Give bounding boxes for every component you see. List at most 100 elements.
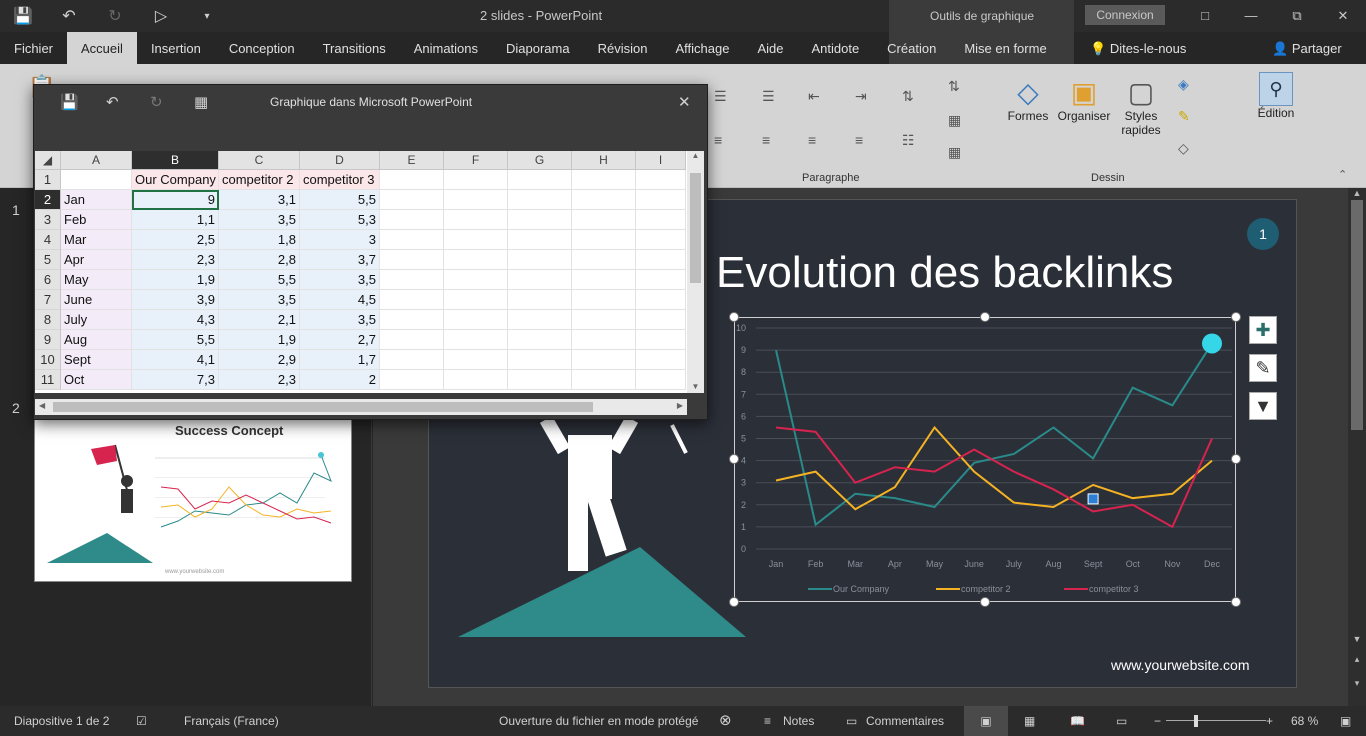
table-cell[interactable]: 5,3 [300, 210, 380, 230]
chart-filters-button[interactable]: ▼ [1249, 392, 1277, 420]
table-cell[interactable] [508, 210, 572, 230]
row-header-5[interactable]: 5 [35, 250, 61, 270]
table-cell[interactable]: 3 [300, 230, 380, 250]
column-header-b[interactable]: B [132, 151, 219, 170]
sheet-vertical-scrollbar[interactable]: ▲ ▼ [687, 151, 704, 393]
line-chart[interactable]: 0 1 2 3 4 5 6 7 8 9 10 Jan Feb Mar Apr May June July Aug Se… [734, 317, 1236, 602]
collapse-ribbon-icon[interactable]: ⌃ [1338, 168, 1347, 181]
table-cell[interactable] [636, 170, 686, 190]
minimize-icon[interactable]: — [1228, 0, 1274, 32]
notes-icon[interactable]: ≡ [764, 714, 771, 728]
shape-fill-icon[interactable]: ◈ [1178, 76, 1189, 93]
table-cell[interactable]: 2,7 [300, 330, 380, 350]
table-cell[interactable]: Our Company [132, 170, 219, 190]
row-header-8[interactable]: 8 [35, 310, 61, 330]
chart-elements-button[interactable]: ✚ [1249, 316, 1277, 344]
column-header-i[interactable]: I [636, 151, 686, 170]
table-cell[interactable]: Apr [61, 250, 132, 270]
sheet-scroll-right-icon[interactable]: ▶ [677, 401, 683, 410]
table-cell[interactable] [444, 170, 508, 190]
notes-button[interactable]: Notes [783, 714, 814, 728]
table-cell[interactable] [572, 350, 636, 370]
table-cell[interactable] [572, 330, 636, 350]
increase-indent-icon[interactable]: ⇥ [855, 88, 867, 105]
column-header-d[interactable]: D [300, 151, 380, 170]
table-cell[interactable] [636, 330, 686, 350]
sheet-scroll-down-icon[interactable]: ▼ [687, 382, 704, 391]
reading-view-icon[interactable]: 📖 [1070, 714, 1085, 728]
scroll-down-arrow-icon[interactable]: ▼ [1348, 634, 1366, 644]
slide-thumbnail-2[interactable]: Success Concept www.yourwebsite.com [34, 414, 352, 582]
table-cell[interactable] [572, 270, 636, 290]
shape-outline-icon[interactable]: ✎ [1178, 108, 1190, 125]
table-cell[interactable] [572, 190, 636, 210]
line-spacing-icon[interactable]: ⇅ [902, 88, 914, 105]
table-cell[interactable] [380, 230, 444, 250]
tab-conception[interactable]: Conception [215, 32, 309, 64]
column-header-g[interactable]: G [508, 151, 572, 170]
tab-accueil[interactable]: Accueil [67, 32, 137, 64]
row-header-7[interactable]: 7 [35, 290, 61, 310]
resize-handle-mr[interactable] [1231, 454, 1241, 464]
align-center-icon[interactable]: ≡ [762, 132, 770, 148]
table-cell[interactable] [380, 250, 444, 270]
table-cell[interactable] [572, 230, 636, 250]
table-cell[interactable] [572, 290, 636, 310]
tab-fichier[interactable]: Fichier [0, 32, 67, 64]
sheet-horizontal-scrollbar[interactable]: ◀ ▶ [35, 399, 687, 415]
justify-icon[interactable]: ≡ [855, 132, 863, 148]
table-cell[interactable]: 3,1 [219, 190, 300, 210]
table-cell[interactable]: 3,7 [300, 250, 380, 270]
table-cell[interactable] [508, 250, 572, 270]
sheet-scroll-up-icon[interactable]: ▲ [687, 151, 704, 160]
table-cell[interactable]: 3,5 [300, 270, 380, 290]
tab-insertion[interactable]: Insertion [137, 32, 215, 64]
row-header-4[interactable]: 4 [35, 230, 61, 250]
table-cell[interactable] [572, 310, 636, 330]
shapes-button[interactable]: ◇ Formes [1004, 76, 1052, 123]
table-cell[interactable]: 1,7 [300, 350, 380, 370]
table-cell[interactable]: 3,5 [219, 290, 300, 310]
table-cell[interactable] [572, 370, 636, 390]
table-cell[interactable]: 4,5 [300, 290, 380, 310]
table-cell[interactable]: 1,9 [132, 270, 219, 290]
row-header-11[interactable]: 11 [35, 370, 61, 390]
table-cell[interactable]: 5,5 [219, 270, 300, 290]
table-cell[interactable] [444, 330, 508, 350]
table-cell[interactable]: 3,9 [132, 290, 219, 310]
table-cell[interactable]: 5,5 [300, 190, 380, 210]
spreadsheet-grid[interactable]: ◢ A B C D E F G H I 1 Our Company competitor 2 compet… [35, 151, 687, 393]
table-cell[interactable]: May [61, 270, 132, 290]
resize-handle-br[interactable] [1231, 597, 1241, 607]
save-icon[interactable]: 💾 [0, 6, 46, 26]
editing-button[interactable]: ⚲ Édition [1250, 72, 1302, 120]
zoom-in-icon[interactable]: + [1266, 714, 1273, 728]
table-cell[interactable] [636, 230, 686, 250]
row-header-2[interactable]: 2 [35, 190, 61, 210]
align-right-icon[interactable]: ≡ [808, 132, 816, 148]
undo-icon[interactable]: ↶ [106, 93, 119, 111]
slide-vertical-scrollbar[interactable]: ▲ ▼ ▴ ▾ [1348, 188, 1366, 706]
table-cell[interactable] [380, 370, 444, 390]
tab-mise-en-forme[interactable]: Mise en forme [950, 32, 1060, 64]
table-cell[interactable] [508, 170, 572, 190]
table-cell[interactable] [572, 210, 636, 230]
table-cell[interactable]: 4,3 [132, 310, 219, 330]
row-header-10[interactable]: 10 [35, 350, 61, 370]
prev-slide-icon[interactable]: ▴ [1348, 654, 1366, 665]
row-header-6[interactable]: 6 [35, 270, 61, 290]
table-cell[interactable] [380, 290, 444, 310]
table-cell[interactable]: competitor 2 [219, 170, 300, 190]
column-header-f[interactable]: F [444, 151, 508, 170]
resize-handle-tc[interactable] [980, 312, 990, 322]
table-cell[interactable] [444, 350, 508, 370]
tab-affichage[interactable]: Affichage [661, 32, 743, 64]
columns-icon[interactable]: ☷ [902, 132, 915, 149]
table-cell[interactable] [508, 310, 572, 330]
arrange-button[interactable]: ▣ Organiser [1056, 76, 1112, 123]
table-cell[interactable] [444, 370, 508, 390]
table-cell[interactable]: 2,1 [219, 310, 300, 330]
tab-creation[interactable]: Création [873, 32, 950, 64]
decrease-indent-icon[interactable]: ⇤ [808, 88, 820, 105]
resize-handle-tl[interactable] [729, 312, 739, 322]
